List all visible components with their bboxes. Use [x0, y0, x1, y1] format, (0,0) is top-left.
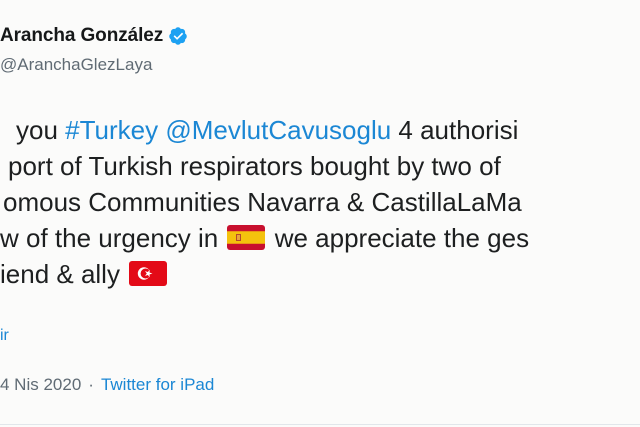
tweet-text-segment: w of the urgency in — [0, 223, 226, 253]
tweet-text-segment: we appreciate the ges — [267, 223, 530, 253]
tweet-text-segment: you — [16, 115, 66, 145]
verified-badge-icon — [168, 26, 188, 46]
spain-flag-icon — [227, 225, 266, 250]
tweet-line-1: you #Turkey @MevlutCavusoglu 4 authorisi — [16, 112, 518, 148]
tweet-line-5: iend & ally — [0, 256, 169, 292]
hashtag-turkey-link[interactable]: #Turkey — [65, 115, 158, 145]
author-name-row[interactable]: Arancha González — [0, 25, 188, 47]
turkey-flag-icon — [129, 261, 168, 286]
mention-mevlutcavusoglu-link[interactable]: @MevlutCavusoglu — [165, 115, 391, 145]
author-name[interactable]: Arancha González — [0, 25, 163, 47]
tweet-header: Arancha González @AranchaGlezLaya — [0, 25, 640, 85]
tweet-source-link[interactable]: Twitter for iPad — [101, 375, 214, 394]
tweet-line-3: omous Communities Navarra & CastillaLaMa — [3, 187, 522, 217]
tweet-date[interactable]: 4 Nis 2020 — [0, 375, 81, 394]
tweet-text-segment: 4 authorisi — [391, 115, 519, 145]
meta-separator: · — [88, 375, 94, 394]
author-handle[interactable]: @AranchaGlezLaya — [0, 55, 152, 75]
divider — [0, 424, 640, 425]
tweet-line-2: port of Turkish respirators bought by tw… — [8, 151, 501, 181]
tweet-card: Arancha González @AranchaGlezLaya you #T… — [0, 0, 640, 427]
tweet-meta: 4 Nis 2020 · Twitter for iPad — [0, 375, 214, 395]
tweet-line-4: w of the urgency in we appreciate the ge… — [0, 220, 529, 256]
tweet-text-segment: iend & ally — [0, 259, 128, 289]
translate-tweet-link[interactable]: ir — [0, 327, 9, 345]
